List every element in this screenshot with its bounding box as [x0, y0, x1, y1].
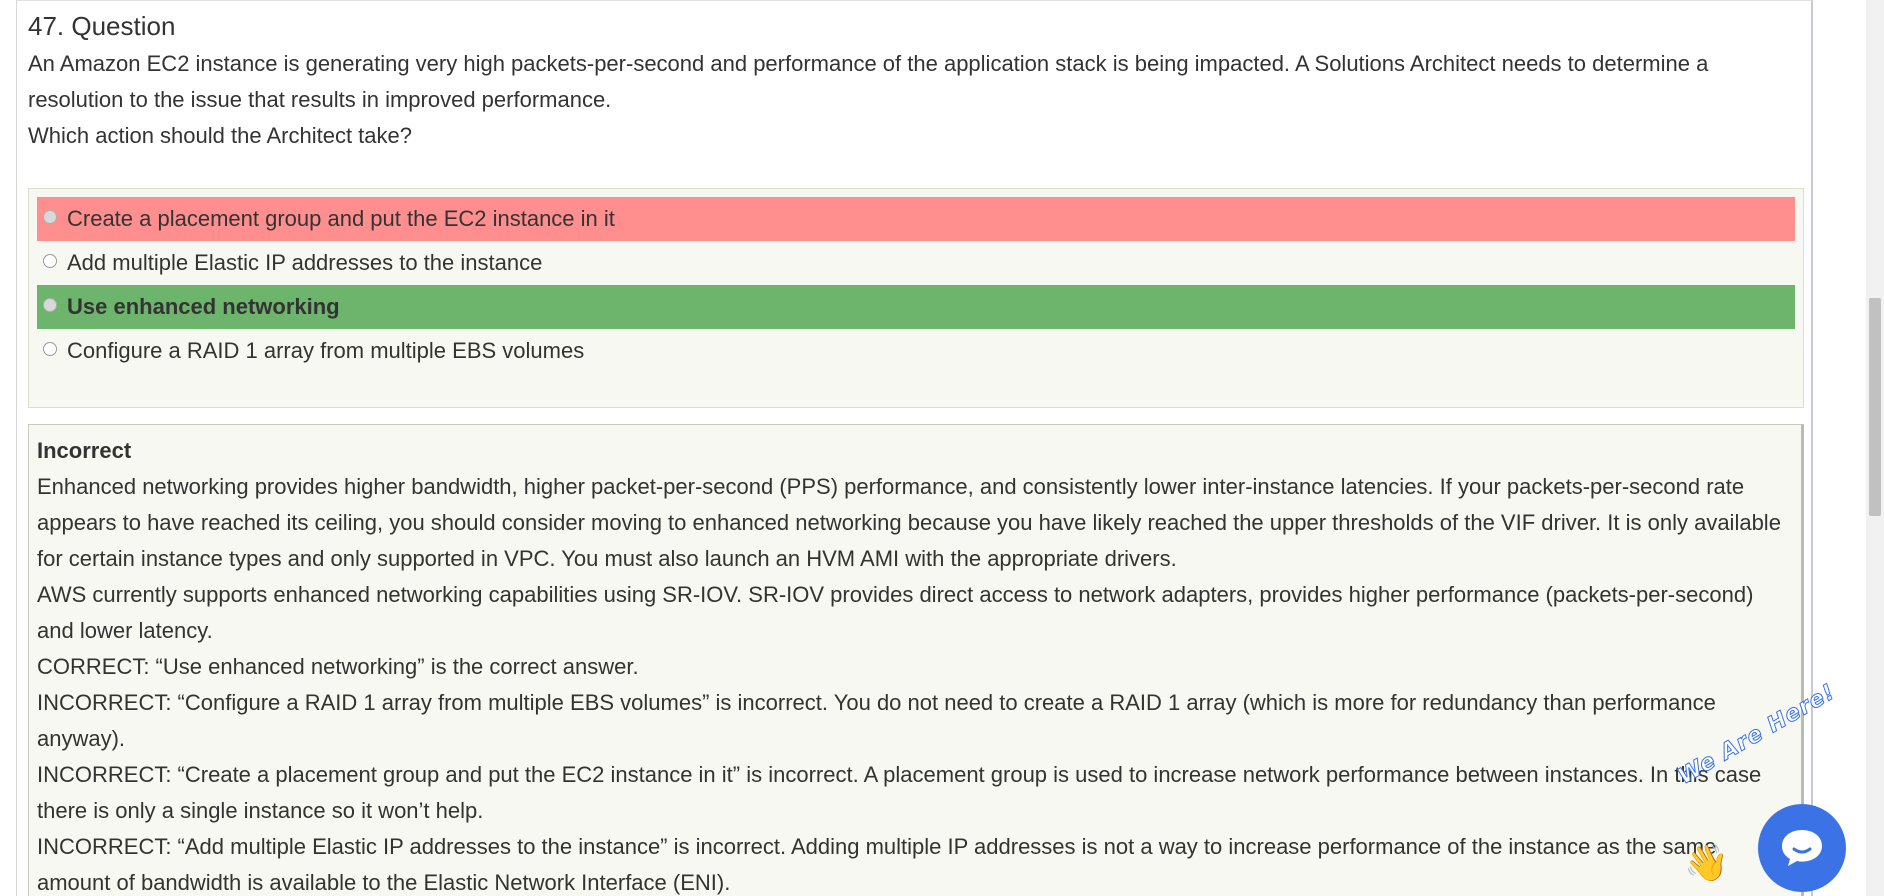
explanation-paragraph: INCORRECT: “Create a placement group and… [37, 762, 1762, 823]
answer-list: Create a placement group and put the EC2… [28, 188, 1804, 408]
radio-button[interactable] [43, 342, 57, 356]
radio-button[interactable] [43, 210, 57, 224]
answer-option-1[interactable]: Create a placement group and put the EC2… [37, 197, 1795, 241]
waving-hand-icon: 👋 [1684, 842, 1729, 883]
explanation-paragraph: INCORRECT: “Add multiple Elastic IP addr… [37, 834, 1717, 895]
chat-widget[interactable]: We Are Here! 👋 [1674, 679, 1864, 896]
answer-label: Create a placement group and put the EC2… [67, 206, 615, 231]
chat-launcher-button[interactable] [1758, 804, 1846, 892]
radio-button[interactable] [43, 254, 57, 268]
vertical-scrollbar[interactable] [1866, 0, 1884, 896]
answer-label: Configure a RAID 1 array from multiple E… [67, 338, 585, 363]
explanation-paragraph: INCORRECT: “Configure a RAID 1 array fro… [37, 690, 1716, 751]
question-title: 47. Question [28, 11, 176, 41]
answer-label: Add multiple Elastic IP addresses to the… [67, 250, 543, 275]
answer-label: Use enhanced networking [67, 294, 340, 319]
result-status: Incorrect [37, 438, 132, 463]
question-line: An Amazon EC2 instance is generating ver… [28, 51, 1709, 112]
answer-option-4[interactable]: Configure a RAID 1 array from multiple E… [37, 329, 1795, 373]
explanation-paragraph: AWS currently supports enhanced networki… [37, 582, 1754, 643]
question-text: An Amazon EC2 instance is generating ver… [28, 46, 1788, 154]
explanation-paragraph: CORRECT: “Use enhanced networking” is th… [37, 654, 639, 679]
explanation-paragraph: Enhanced networking provides higher band… [37, 474, 1781, 571]
chat-bubble-icon [1782, 830, 1822, 866]
page: 47. Question An Amazon EC2 instance is g… [0, 0, 1884, 896]
explanation-panel: Incorrect Enhanced networking provides h… [28, 424, 1804, 896]
answer-option-3[interactable]: Use enhanced networking [37, 285, 1795, 329]
radio-button[interactable] [43, 298, 57, 312]
answer-option-2[interactable]: Add multiple Elastic IP addresses to the… [37, 241, 1795, 285]
scrollbar-thumb[interactable] [1869, 298, 1881, 516]
question-line: Which action should the Architect take? [28, 123, 412, 148]
